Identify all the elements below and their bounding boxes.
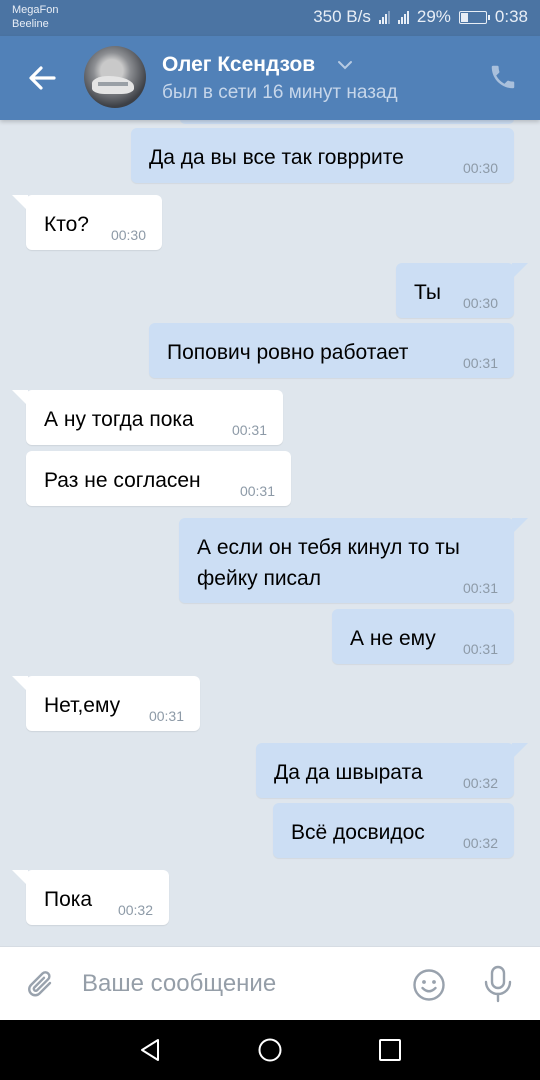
message-bubble-incoming[interactable]: Раз не согласен 00:31 <box>26 451 291 506</box>
paperclip-icon <box>28 971 52 997</box>
message-time: 00:32 <box>462 835 498 851</box>
message-bubble-incoming[interactable]: Пока 00:32 <box>12 870 169 925</box>
smiley-icon <box>413 969 445 1001</box>
back-button[interactable] <box>24 60 60 96</box>
message-bubble-outgoing[interactable]: А если он тебя кинул то ты фейку писал 0… <box>179 518 528 603</box>
message-time: 00:31 <box>462 641 498 657</box>
message-time: 00:30 <box>462 295 498 311</box>
message-bubble-incoming[interactable]: А ну тогда пока 00:31 <box>12 390 283 445</box>
message-time: 00:32 <box>462 775 498 791</box>
message-text: Попович ровно работает <box>167 341 409 364</box>
message-bubble-incoming[interactable]: Нет,ему 00:31 <box>12 676 200 731</box>
battery-icon <box>458 10 490 24</box>
message-text: А ну тогда пока <box>44 408 194 431</box>
message-text: Да да вы все так говррите <box>149 146 404 169</box>
message-text: Пока <box>44 888 93 911</box>
system-navigation-bar <box>0 1020 540 1080</box>
call-button[interactable] <box>488 62 518 92</box>
message-text: Ты <box>414 281 441 304</box>
message-time: 00:31 <box>148 708 184 724</box>
status-indicators: 350 B/s 29% 0:38 <box>313 7 528 27</box>
chevron-down-icon[interactable] <box>336 58 354 72</box>
message-bubble-outgoing[interactable]: Да да вы все так говррите 00:30 <box>131 128 514 183</box>
message-time: 00:31 <box>239 483 275 499</box>
message-bubble-outgoing[interactable]: А не ему 00:31 <box>332 609 514 664</box>
signal-1-icon <box>378 10 390 24</box>
message-bubble-outgoing[interactable]: Попович ровно работает 00:31 <box>149 323 514 378</box>
contact-name[interactable]: Олег Ксендзов <box>162 53 315 77</box>
phone-icon <box>491 65 515 89</box>
message-text: Кто? <box>44 213 89 236</box>
carrier-names: MegaFon Beeline <box>12 3 58 31</box>
voice-message-button[interactable] <box>481 964 515 1004</box>
chat-header: Олег Ксендзов был в сети 16 минут назад <box>0 36 540 120</box>
message-time: 00:31 <box>231 422 267 438</box>
message-time: 00:30 <box>462 160 498 176</box>
status-bar: MegaFon Beeline 350 B/s 29% 0:38 <box>0 0 540 36</box>
composer-bar <box>0 946 540 1020</box>
avatar[interactable] <box>84 46 146 108</box>
carrier-2: Beeline <box>12 18 49 30</box>
message-text: А не ему <box>350 627 436 650</box>
contact-status: был в сети 16 минут назад <box>162 82 398 103</box>
previous-message-edge <box>180 120 514 124</box>
message-bubble-outgoing[interactable]: Ты 00:30 <box>396 263 528 318</box>
arrow-left-icon <box>29 66 56 90</box>
attach-button[interactable] <box>24 967 60 1003</box>
triangle-back-icon[interactable] <box>138 1037 164 1063</box>
message-time: 00:30 <box>110 227 146 243</box>
message-time: 00:32 <box>117 902 153 918</box>
message-input[interactable] <box>82 965 382 1003</box>
message-bubble-outgoing[interactable]: Всё досвидос 00:32 <box>273 803 514 858</box>
signal-2-icon <box>397 10 409 24</box>
message-text: Да да швырата <box>274 761 423 784</box>
battery-percent: 29% <box>416 7 451 26</box>
circle-home-icon[interactable] <box>257 1037 283 1063</box>
message-bubble-incoming[interactable]: Кто? 00:30 <box>12 195 162 250</box>
square-recents-icon[interactable] <box>378 1038 402 1062</box>
network-speed: 350 B/s <box>313 7 371 26</box>
message-time: 00:31 <box>462 355 498 371</box>
message-list[interactable]: Да да вы все так говррите 00:30 Кто? 00:… <box>0 120 540 946</box>
message-time: 00:31 <box>462 580 498 596</box>
carrier-1: MegaFon <box>12 4 59 16</box>
microphone-icon <box>484 965 512 1003</box>
message-text: Раз не согласен <box>44 469 201 492</box>
clock: 0:38 <box>494 7 528 26</box>
message-bubble-outgoing[interactable]: Да да швырата 00:32 <box>256 743 528 798</box>
emoji-button[interactable] <box>411 967 447 1003</box>
message-text: Нет,ему <box>44 694 121 717</box>
message-text: Всё досвидос <box>291 821 425 844</box>
message-text: А если он тебя кинул то ты фейку писал <box>197 536 460 590</box>
